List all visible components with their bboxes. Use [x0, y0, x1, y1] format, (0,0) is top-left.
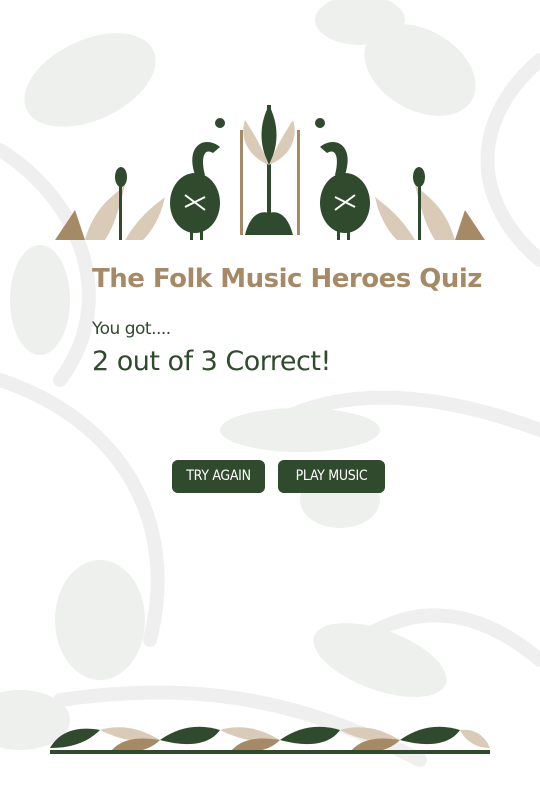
- try-again-button[interactable]: TRY AGAIN: [172, 460, 265, 493]
- bird-left-icon: [170, 142, 220, 240]
- flower-right-icon: [375, 167, 485, 240]
- central-plant-icon: [215, 105, 325, 235]
- flower-left-icon: [55, 167, 165, 240]
- folk-border-footer: [50, 726, 490, 754]
- folk-ornament-header: [55, 105, 485, 240]
- bird-right-icon: [320, 142, 370, 240]
- result-intro: You got....: [92, 319, 171, 339]
- quiz-title: The Folk Music Heroes Quiz: [92, 264, 482, 294]
- play-music-button[interactable]: PLAY MUSIC: [278, 460, 385, 493]
- result-score: 2 out of 3 Correct!: [92, 346, 331, 377]
